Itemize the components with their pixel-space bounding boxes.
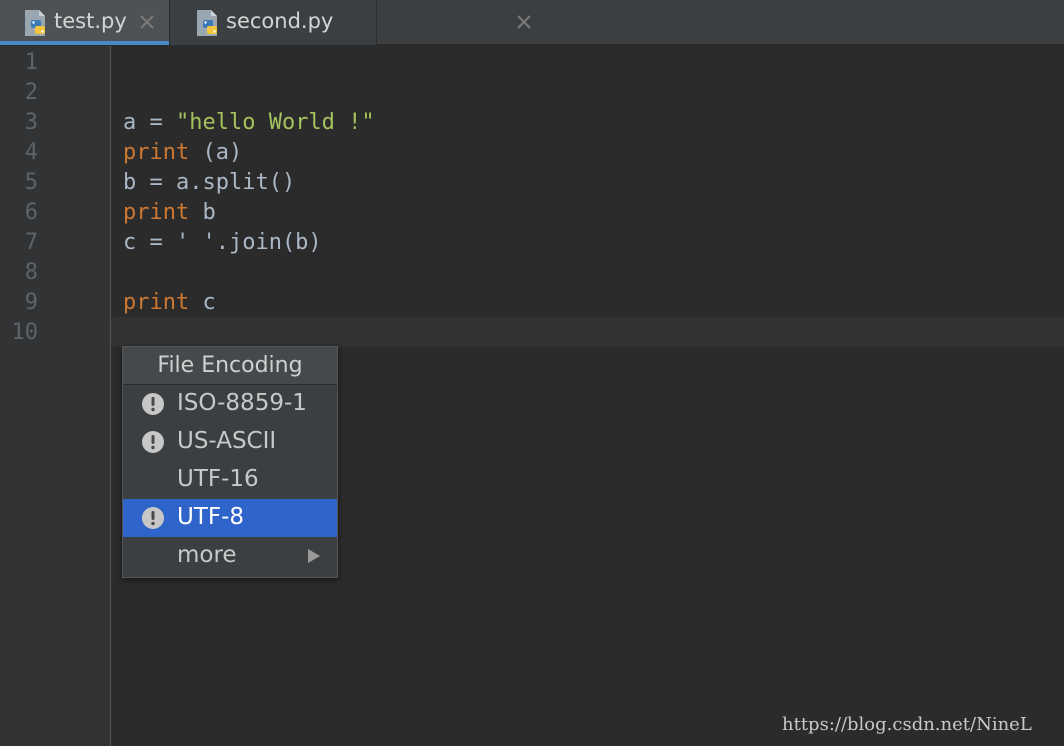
line-number: 10	[11, 320, 39, 345]
code-text: b	[189, 200, 216, 225]
python-file-icon	[25, 10, 45, 36]
encoding-option-utf-16[interactable]: UTF-16	[123, 461, 337, 499]
keyword: print	[123, 200, 190, 225]
popup-title: File Encoding	[123, 347, 337, 385]
encoding-option-iso-8859-1[interactable]: ISO-8859-1	[123, 385, 337, 423]
python-file-icon	[197, 10, 217, 36]
line-number: 7	[24, 230, 38, 255]
line-number: 4	[24, 140, 38, 165]
code-text: c = ' '.join(b)	[123, 230, 322, 255]
warning-icon	[142, 507, 164, 529]
tab-label: test.py	[54, 9, 127, 33]
close-icon[interactable]	[515, 13, 533, 31]
line-number: 8	[24, 260, 38, 285]
editor-tab-bar: test.py second.py	[0, 0, 1064, 45]
warning-icon	[142, 431, 164, 453]
code-line-7[interactable]: c = ' '.join(b)	[123, 228, 322, 258]
option-label: more	[177, 542, 237, 568]
line-number: 9	[24, 290, 38, 315]
code-line-9[interactable]: print c	[123, 288, 216, 318]
option-label: ISO-8859-1	[177, 390, 307, 416]
line-number: 2	[24, 80, 38, 105]
encoding-option-utf-8[interactable]: UTF-8	[123, 499, 337, 537]
option-label: US-ASCII	[177, 428, 277, 454]
warning-icon	[142, 393, 164, 415]
code-line-6[interactable]: print b	[123, 198, 216, 228]
keyword: print	[123, 140, 190, 165]
code-line-3[interactable]: a = "hello World !"	[123, 108, 375, 138]
encoding-option-more[interactable]: more	[123, 537, 337, 575]
string-literal: "hello World !"	[175, 110, 375, 135]
file-encoding-popup: File Encoding ISO-8859-1 US-ASCII UTF-16…	[122, 346, 338, 578]
current-line-highlight	[111, 317, 1064, 347]
keyword: print	[123, 290, 190, 315]
line-number: 3	[24, 110, 38, 135]
code-text: b = a.split()	[123, 170, 296, 195]
tab-label: second.py	[226, 9, 334, 33]
watermark: https://blog.csdn.net/NineL	[782, 714, 1032, 735]
code-line-4[interactable]: print (a)	[123, 138, 242, 168]
line-number: 1	[24, 50, 38, 75]
option-label: UTF-16	[177, 466, 259, 492]
option-label: UTF-8	[177, 504, 245, 530]
code-text: c	[189, 290, 216, 315]
code-line-5[interactable]: b = a.split()	[123, 168, 295, 198]
code-text: a =	[123, 110, 176, 135]
close-icon[interactable]	[138, 13, 156, 31]
encoding-option-us-ascii[interactable]: US-ASCII	[123, 423, 337, 461]
line-number: 5	[24, 170, 38, 195]
code-text: (a)	[189, 140, 243, 165]
tab-test-py[interactable]: test.py	[0, 0, 170, 45]
tab-second-py[interactable]: second.py	[171, 0, 531, 45]
submenu-arrow-icon	[308, 549, 320, 563]
line-number: 6	[24, 200, 38, 225]
